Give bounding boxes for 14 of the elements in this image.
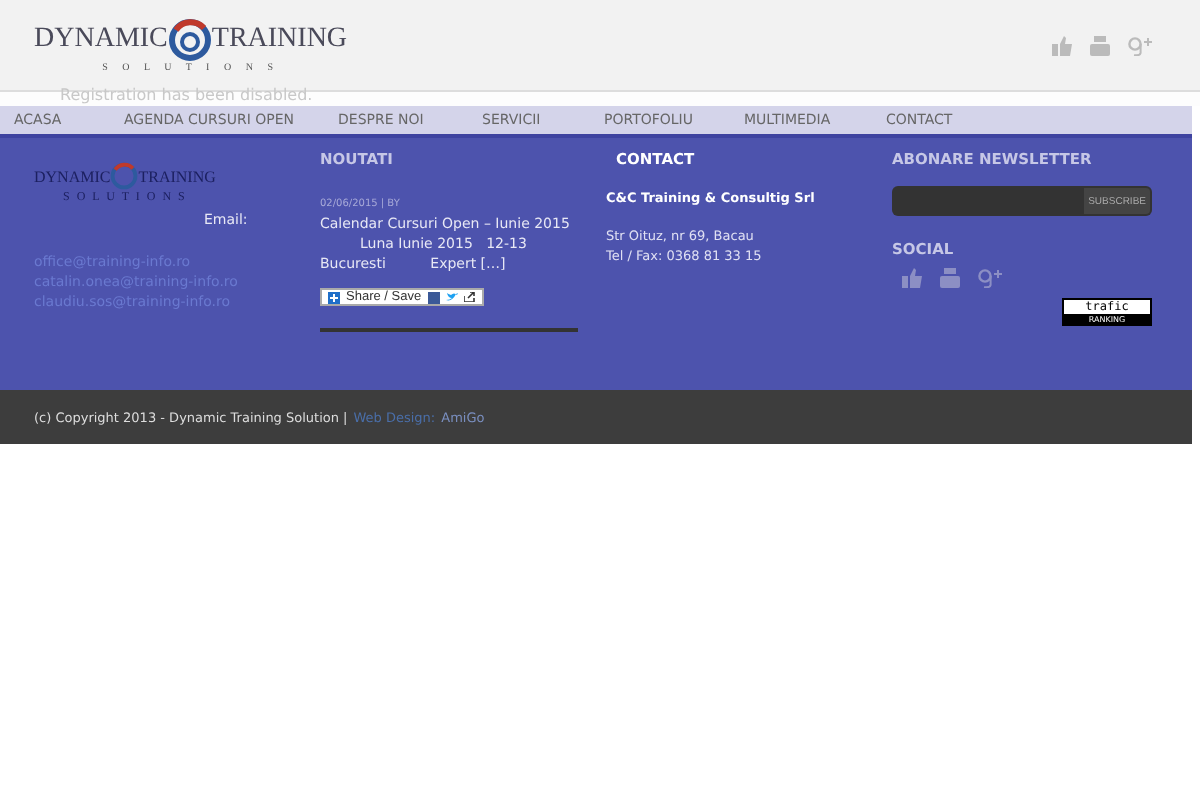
google-plus-icon[interactable] [1128,35,1152,55]
logo-word: TRAINING [138,167,216,185]
google-plus-icon[interactable] [978,268,1002,288]
logo-word: DYNAMIC [34,23,168,55]
thumbs-up-icon[interactable] [902,268,922,288]
bird-icon [445,292,458,302]
square-icon [427,291,440,303]
logo-word: DYNAMIC [34,167,111,185]
plus-icon [328,291,340,303]
swirl-icon [167,17,212,61]
swirl-icon [110,162,139,190]
thumbs-up-icon[interactable] [1052,35,1072,55]
share-icon [463,292,476,302]
logo-word: TRAINING [211,23,348,55]
